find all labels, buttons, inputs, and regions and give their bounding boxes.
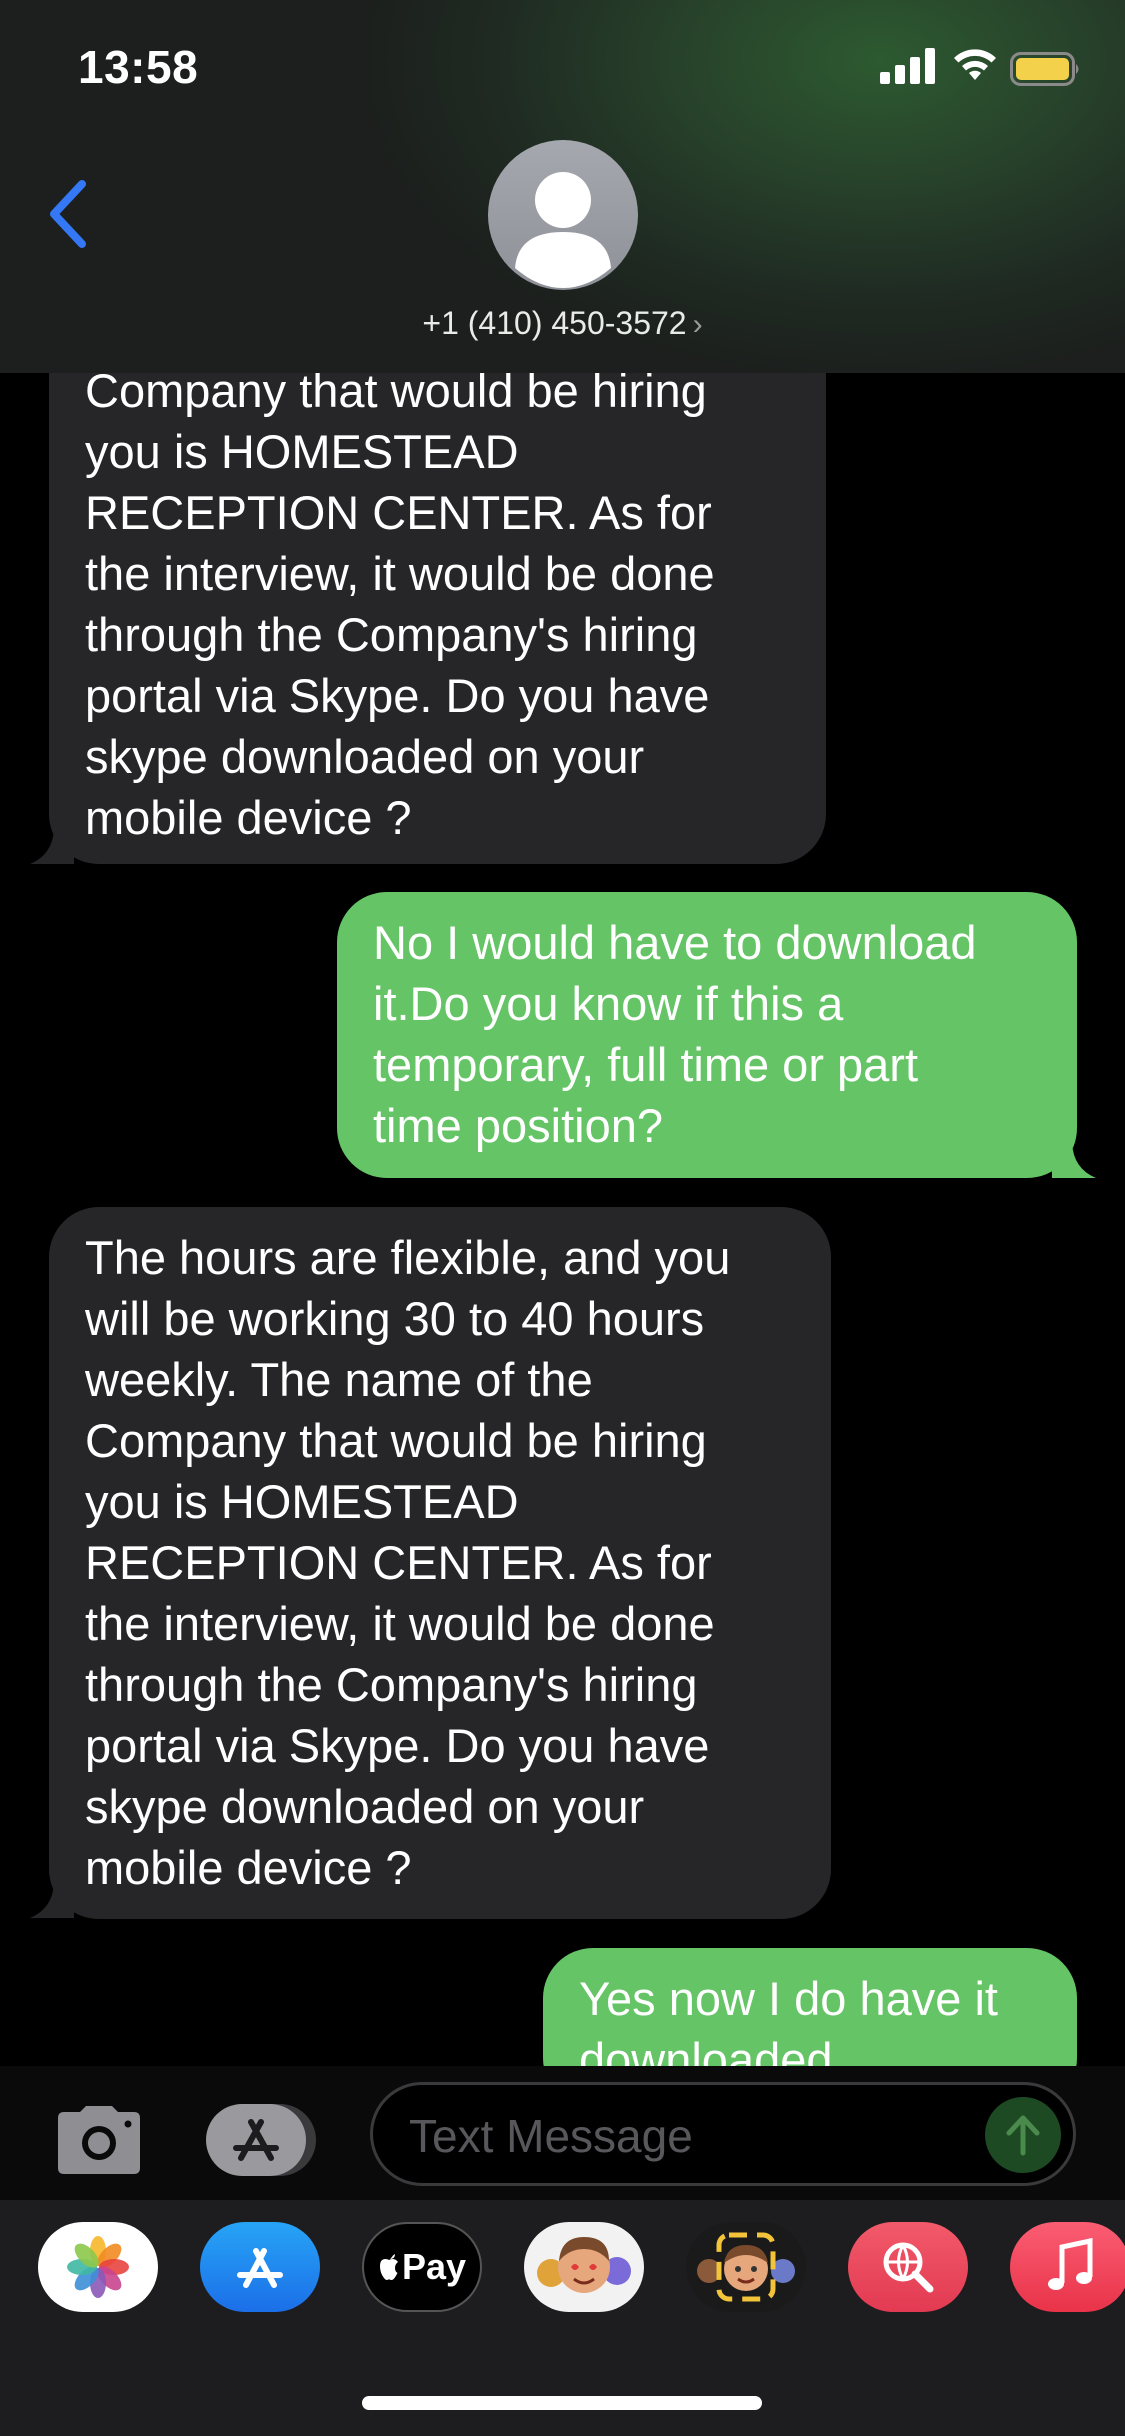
chevron-right-icon: ›	[692, 308, 703, 341]
bubble-tail	[30, 826, 74, 864]
apple-pay-label: Pay	[401, 2246, 467, 2287]
contact-name[interactable]: +1 (410) 450-3572 ›	[0, 305, 1125, 342]
status-time: 13:58	[78, 41, 199, 93]
apple-pay-icon[interactable]: Pay	[362, 2222, 482, 2312]
message-input[interactable]	[409, 2107, 969, 2165]
memoji-icon[interactable]	[686, 2222, 806, 2312]
contact-avatar[interactable]	[488, 140, 638, 290]
contact-number[interactable]: +1 (410) 450-3572	[422, 305, 686, 341]
app-store-icon[interactable]	[200, 2222, 320, 2312]
person-icon	[515, 172, 611, 288]
composer-bar	[0, 2066, 1125, 2200]
incoming-message[interactable]: The hours are flexible, and you will be …	[49, 1207, 831, 1919]
outgoing-message[interactable]: No I would have to download it.Do you kn…	[337, 892, 1077, 1178]
app-store-drawer-icon[interactable]	[206, 2102, 322, 2178]
apple-logo-icon	[379, 2254, 398, 2280]
battery-icon	[1010, 52, 1079, 86]
camera-icon[interactable]	[52, 2106, 146, 2174]
message-input-field[interactable]	[370, 2082, 1076, 2186]
back-chevron-icon[interactable]	[44, 176, 94, 252]
music-icon[interactable]	[1010, 2222, 1125, 2312]
memoji-stickers-icon[interactable]	[524, 2222, 644, 2312]
arrow-up-icon	[1006, 2115, 1040, 2156]
home-indicator[interactable]	[362, 2396, 762, 2410]
cellular-signal-icon	[880, 48, 936, 84]
photos-icon[interactable]	[38, 2222, 158, 2312]
bubble-tail	[30, 1880, 74, 1918]
conversation-header: 13:58 +1 (410) 450-3572 ›	[0, 0, 1125, 373]
web-images-icon[interactable]	[848, 2222, 968, 2312]
bubble-tail	[1052, 1140, 1096, 1178]
send-button[interactable]	[985, 2097, 1061, 2173]
incoming-message[interactable]: Company that would be hiring you is HOME…	[49, 350, 826, 864]
wifi-icon	[954, 49, 996, 80]
